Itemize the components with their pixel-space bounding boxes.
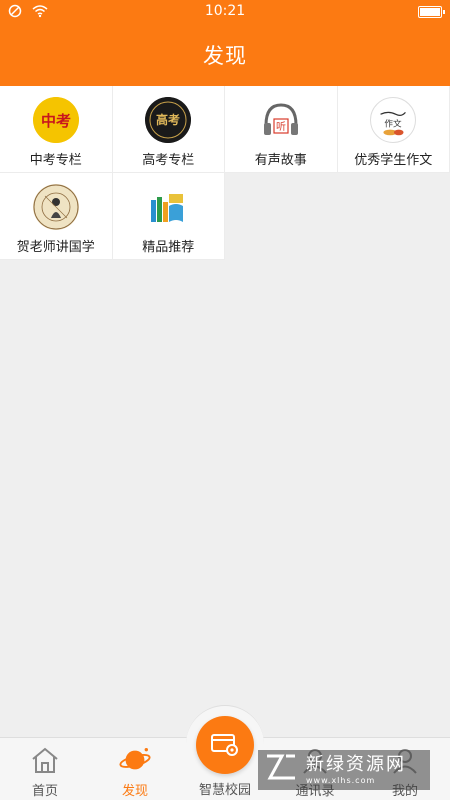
svg-text:中考: 中考 <box>41 112 71 130</box>
zhongkao-logo-icon: 中考 <box>32 97 79 143</box>
tile-guoxue[interactable]: 贺老师讲国学 <box>0 173 113 260</box>
status-time: 10:21 <box>204 3 246 19</box>
watermark-url: www.xlhs.com <box>306 775 376 785</box>
tile-label: 中考专栏 <box>29 153 82 168</box>
tile-gaokao[interactable]: 高考 高考专栏 <box>112 86 225 173</box>
watermark-text: 新绿资源网 www.xlhs.com <box>306 753 406 785</box>
tile-student-essays[interactable]: 作文 优秀学生作文 <box>337 86 450 173</box>
essay-logo-icon: 作文 <box>370 97 417 143</box>
svg-text:高考: 高考 <box>156 112 180 127</box>
campus-settings-icon <box>211 734 238 756</box>
tab-label: 发现 <box>121 784 148 799</box>
tile-recommended[interactable]: 精品推荐 <box>112 173 225 260</box>
tile-label: 优秀学生作文 <box>354 153 433 168</box>
discover-grid: 中考 中考专栏 高考 高考专栏 听 有声故事 作文 优秀学生作文 贺老师讲国学 … <box>0 86 450 260</box>
tab-discover[interactable]: 发现 <box>90 738 180 800</box>
tab-smart-campus[interactable] <box>196 716 254 774</box>
gaokao-logo-icon: 高考 <box>145 97 192 143</box>
headphones-icon: 听 <box>257 97 304 143</box>
tile-label: 精品推荐 <box>142 240 195 255</box>
tab-label: 首页 <box>31 784 58 799</box>
watermark: 新绿资源网 www.xlhs.com <box>258 750 430 790</box>
tab-home[interactable]: 首页 <box>0 738 90 800</box>
tile-label: 贺老师讲国学 <box>16 240 95 255</box>
planet-icon <box>119 744 151 776</box>
tile-label: 高考专栏 <box>142 153 195 168</box>
svg-text:听: 听 <box>276 121 286 133</box>
watermark-title: 新绿资源网 <box>306 753 406 775</box>
app-header: 发现 <box>0 24 450 86</box>
watermark-logo-icon <box>264 752 298 788</box>
tile-zhongkao[interactable]: 中考 中考专栏 <box>0 86 113 173</box>
battery-icon <box>418 6 445 18</box>
tile-label: 有声故事 <box>254 153 307 168</box>
page-title: 发现 <box>203 44 247 68</box>
books-icon <box>145 184 192 230</box>
home-icon <box>29 744 61 776</box>
chinese-studies-icon <box>32 184 79 230</box>
tab-label: 智慧校园 <box>198 783 251 798</box>
svg-text:作文: 作文 <box>385 118 403 130</box>
tile-audio-stories[interactable]: 听 有声故事 <box>225 86 338 173</box>
status-bar: 10:21 <box>0 0 450 24</box>
